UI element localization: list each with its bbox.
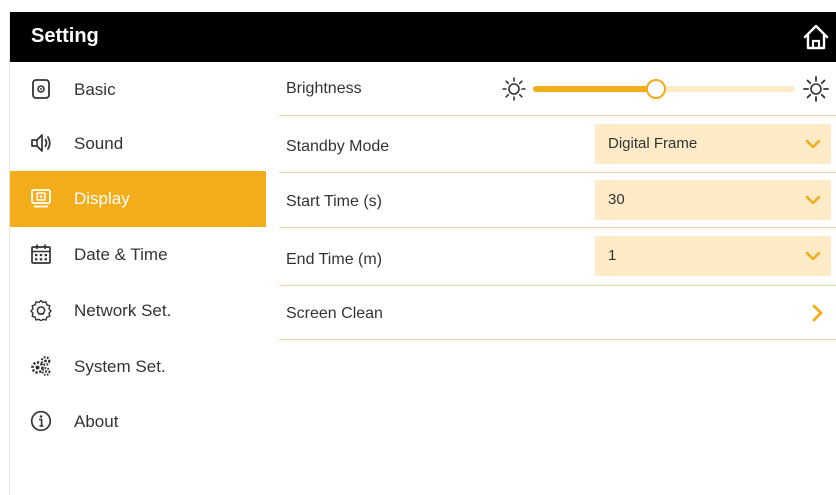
start-time-label: Start Time (s)	[286, 193, 383, 210]
sidebar: Basic Sound Display Date & Time Network …	[10, 62, 266, 495]
chevron-down-icon	[805, 139, 821, 149]
sidebar-item-label: Network Set.	[74, 301, 172, 320]
end-time-value: 1	[608, 247, 617, 264]
end-time-label: End Time (m)	[286, 251, 383, 268]
sidebar-item-label: Basic	[74, 80, 116, 99]
chevron-right-icon	[812, 304, 823, 322]
end-time-row: End Time (m) 1	[279, 228, 836, 286]
sidebar-item-label: Sound	[74, 134, 124, 153]
info-icon	[30, 410, 52, 432]
end-time-dropdown[interactable]: 1	[595, 236, 831, 276]
sidebar-item-basic[interactable]: Basic	[10, 62, 266, 118]
sidebar-item-label: System Set.	[74, 357, 166, 376]
sidebar-item-network-set[interactable]: Network Set.	[10, 283, 266, 339]
settings-window: Setting Basic Sound Display Date & Time …	[9, 12, 836, 495]
basic-icon	[32, 79, 50, 99]
sidebar-item-label: Display	[74, 189, 130, 208]
brightness-label: Brightness	[286, 80, 362, 97]
brightness-thumb[interactable]	[646, 79, 667, 99]
display-icon	[31, 189, 51, 208]
page-title: Setting	[31, 25, 99, 47]
sidebar-item-about[interactable]: About	[10, 394, 266, 450]
screen-clean-row[interactable]: Screen Clean	[279, 286, 836, 340]
sidebar-item-date-time[interactable]: Date & Time	[10, 227, 266, 283]
brightness-track[interactable]	[533, 79, 795, 99]
start-time-dropdown[interactable]: 30	[595, 180, 831, 220]
sidebar-item-label: About	[74, 412, 119, 431]
brightness-row: Brightness	[279, 62, 836, 116]
start-time-value: 30	[608, 191, 625, 208]
sidebar-item-label: Date & Time	[74, 245, 168, 264]
calendar-icon	[31, 244, 51, 264]
home-icon	[803, 24, 829, 50]
brightness-slider	[501, 74, 831, 104]
brightness-fill	[533, 86, 657, 92]
title-bar: Setting	[10, 12, 836, 62]
chevron-down-icon	[805, 195, 821, 205]
brightness-high-icon	[803, 76, 829, 102]
standby-mode-row: Standby Mode Digital Frame	[279, 116, 836, 173]
standby-mode-label: Standby Mode	[286, 138, 390, 155]
sidebar-item-display[interactable]: Display	[10, 171, 266, 227]
standby-mode-value: Digital Frame	[608, 135, 698, 152]
chevron-down-icon	[805, 251, 821, 261]
sidebar-item-system-set[interactable]: System Set.	[10, 339, 266, 395]
standby-mode-dropdown[interactable]: Digital Frame	[595, 124, 831, 164]
sidebar-item-sound[interactable]: Sound	[10, 116, 266, 172]
start-time-row: Start Time (s) 30	[279, 173, 836, 228]
brightness-low-icon	[502, 77, 526, 101]
screen-clean-label: Screen Clean	[286, 305, 383, 322]
gears-icon	[31, 356, 51, 376]
home-button[interactable]	[801, 22, 831, 52]
network-gear-icon	[30, 299, 52, 321]
speaker-icon	[31, 134, 51, 152]
